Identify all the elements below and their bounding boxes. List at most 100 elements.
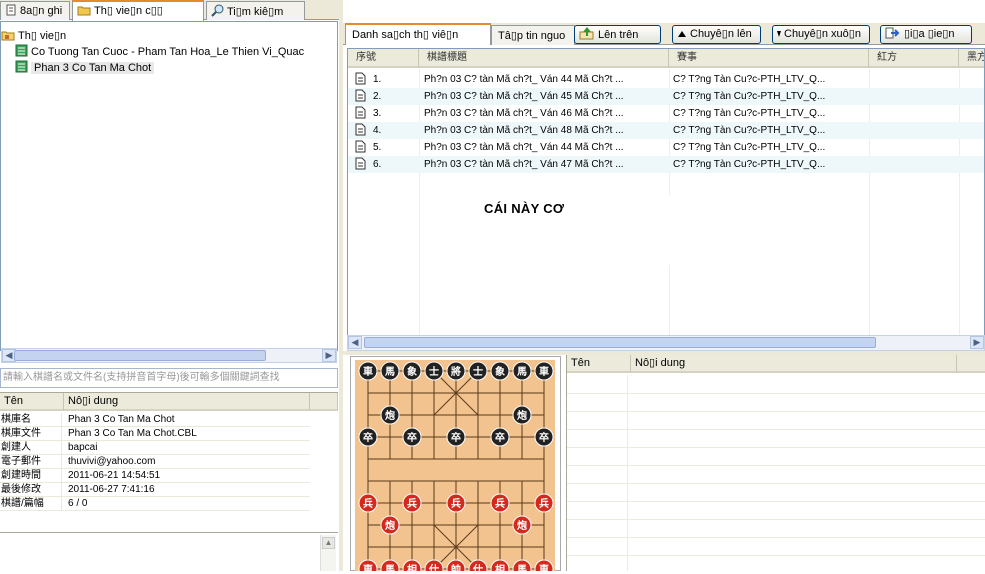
list-header-red[interactable]: 紅方 [869,49,959,68]
svg-text:炮: 炮 [516,409,527,422]
row-number: 3. [373,108,382,119]
list-row[interactable]: 6. Ph?n 03 C? tàn Mã ch?t_ Ván 47 Mã Ch?… [348,156,984,173]
svg-text:士: 士 [429,365,439,378]
list-header-number[interactable]: 序號 [348,49,419,68]
grid-rule [567,447,985,448]
grid-rule [567,483,985,484]
red-piece[interactable]: 相 [490,559,510,574]
red-piece[interactable]: 仕 [468,559,488,574]
red-piece[interactable]: 仕 [424,559,444,574]
red-piece[interactable]: 兵 [446,493,466,513]
black-piece[interactable]: 卒 [490,427,510,447]
scroll-up-icon[interactable]: ▲ [322,537,335,549]
list-header-event[interactable]: 賽事 [669,49,869,68]
list-row[interactable]: 5. Ph?n 03 C? tàn Mã ch?t_ Ván 44 Mã Ch?… [348,139,984,156]
row-event: C? T?ng Tàn Cu?c-PTH_LTV_Q... [673,142,826,153]
tab-notes-label: 8a▯n ghi [20,5,63,17]
game-list[interactable]: 序號 棋譜標題 賽事 紅方 黑方 1. Ph?n 03 C? tàn Mã ch… [347,48,985,338]
tree-item-selected[interactable]: Phan 3 Co Tan Ma Chot [15,60,155,76]
black-piece[interactable]: 士 [424,361,444,381]
svg-text:炮: 炮 [384,409,395,422]
list-header-black[interactable]: 黑方 [959,49,984,68]
svg-text:車: 車 [363,563,373,571]
search-input[interactable]: 請輸入棋譜名或文件名(支持拼音首字母)後可輸多個關鍵詞查找 [0,368,338,388]
black-piece[interactable]: 卒 [534,427,554,447]
tree-item-label: Co Tuong Tan Cuoc - Pham Tan Hoa_Le Thie… [31,46,305,58]
tab-search[interactable]: Ti▯m kiê▯m [206,1,305,20]
props-header-value[interactable]: Nô▯i dung [64,393,310,411]
export-button[interactable]: ▯i▯a ▯ie▯n [880,25,972,44]
red-piece[interactable]: 相 [402,559,422,574]
black-piece[interactable]: 卒 [446,427,466,447]
svg-text:車: 車 [539,563,549,571]
grid-rule [567,555,985,556]
list-row[interactable]: 4. Ph?n 03 C? tàn Mã ch?t_ Ván 48 Mã Ch?… [348,122,984,139]
grid-rule [567,537,985,538]
list-row[interactable]: 3. Ph?n 03 C? tàn Mã ch?t_ Ván 46 Mã Ch?… [348,105,984,122]
move-top-button[interactable]: Lên trên [574,25,661,44]
red-piece[interactable]: 炮 [380,515,400,535]
info-header-name[interactable]: Tên [567,355,631,373]
black-piece[interactable]: 炮 [380,405,400,425]
info-header-value[interactable]: Nô▯i dung [631,355,957,373]
black-piece[interactable]: 炮 [512,405,532,425]
tree-hscrollbar[interactable]: ◀ ▶ [1,348,337,363]
props-header-name[interactable]: Tên [0,393,64,411]
properties-panel: Tên Nô▯i dung 棋庫名 Phan 3 Co Tan Ma Chot 棋… [0,392,338,532]
list-row[interactable]: 1. Ph?n 03 C? tàn Mã ch?t_ Ván 44 Mã Ch?… [348,71,984,88]
svg-text:兵: 兵 [407,497,417,510]
notes-vscrollbar[interactable]: ▲ [320,535,336,571]
row-title: Ph?n 03 C? tàn Mã ch?t_ Ván 45 Mã Ch?t .… [424,91,624,102]
black-piece[interactable]: 象 [490,361,510,381]
scroll-thumb[interactable] [364,337,876,348]
tab-library-list[interactable]: Danh sa▯ch th▯ viê▯n [345,23,491,45]
prop-row: 創建時間 2011-06-21 14:54:51 [0,469,310,483]
prop-row: 創建人 bapcai [0,441,310,455]
library-tree[interactable]: Th▯ vie▯n Co Tuong Tan Cuoc - Pham Tan H… [0,21,338,363]
scroll-right-icon[interactable]: ▶ [322,349,336,362]
black-piece[interactable]: 車 [534,361,554,381]
scroll-left-icon[interactable]: ◀ [348,336,362,349]
tree-root[interactable]: Th▯ vie▯n [1,28,66,44]
red-piece[interactable]: 車 [534,559,554,574]
board-svg[interactable]: 車馬象士將士象馬車炮 炮卒卒卒卒卒兵兵兵兵兵炮 炮車馬相仕帥仕相馬車 [355,360,555,574]
red-piece[interactable]: 車 [358,559,378,574]
black-piece[interactable]: 馬 [380,361,400,381]
list-header-title[interactable]: 棋譜標題 [419,49,669,68]
tab-source-file[interactable]: Tâ▯p tin nguo [491,25,575,45]
scroll-right-icon[interactable]: ▶ [970,336,984,349]
tab-library[interactable]: Th▯ vie▯n c▯▯ [72,0,204,21]
move-down-button[interactable]: Chuyê▯n xuô▯n [772,25,870,44]
black-piece[interactable]: 車 [358,361,378,381]
folder-icon [77,4,91,19]
scroll-thumb[interactable] [14,350,266,361]
list-hscrollbar[interactable]: ◀ ▶ [347,335,985,351]
black-piece[interactable]: 士 [468,361,488,381]
black-piece[interactable]: 將 [446,361,466,381]
props-header-spacer [310,393,338,411]
left-tab-bar: 8a▯n ghi Th▯ vie▯n c▯▯ Ti▯m kiê▯m [0,0,340,21]
svg-text:象: 象 [495,365,505,378]
red-piece[interactable]: 馬 [512,559,532,574]
vertical-splitter[interactable] [339,0,343,571]
red-piece[interactable]: 馬 [380,559,400,574]
black-piece[interactable]: 象 [402,361,422,381]
red-piece[interactable]: 兵 [490,493,510,513]
row-number: 2. [373,91,382,102]
notes-area[interactable] [0,532,338,571]
red-piece[interactable]: 兵 [402,493,422,513]
red-piece[interactable]: 兵 [534,493,554,513]
svg-text:卒: 卒 [363,431,373,444]
svg-text:帥: 帥 [451,563,461,571]
black-piece[interactable]: 馬 [512,361,532,381]
red-piece[interactable]: 帥 [446,559,466,574]
move-up-button[interactable]: Chuyê▯n lên [672,25,761,44]
black-piece[interactable]: 卒 [358,427,378,447]
black-piece[interactable]: 卒 [402,427,422,447]
list-row[interactable]: 2. Ph?n 03 C? tàn Mã ch?t_ Ván 45 Mã Ch?… [348,88,984,105]
red-piece[interactable]: 兵 [358,493,378,513]
xiangqi-board[interactable]: 車馬象士將士象馬車炮炮卒卒卒卒卒兵兵兵兵兵炮炮車馬相仕帥仕相馬車 [355,360,555,574]
red-piece[interactable]: 炮 [512,515,532,535]
tree-item[interactable]: Co Tuong Tan Cuoc - Pham Tan Hoa_Le Thie… [15,44,304,60]
tab-notes[interactable]: 8a▯n ghi [0,1,70,20]
